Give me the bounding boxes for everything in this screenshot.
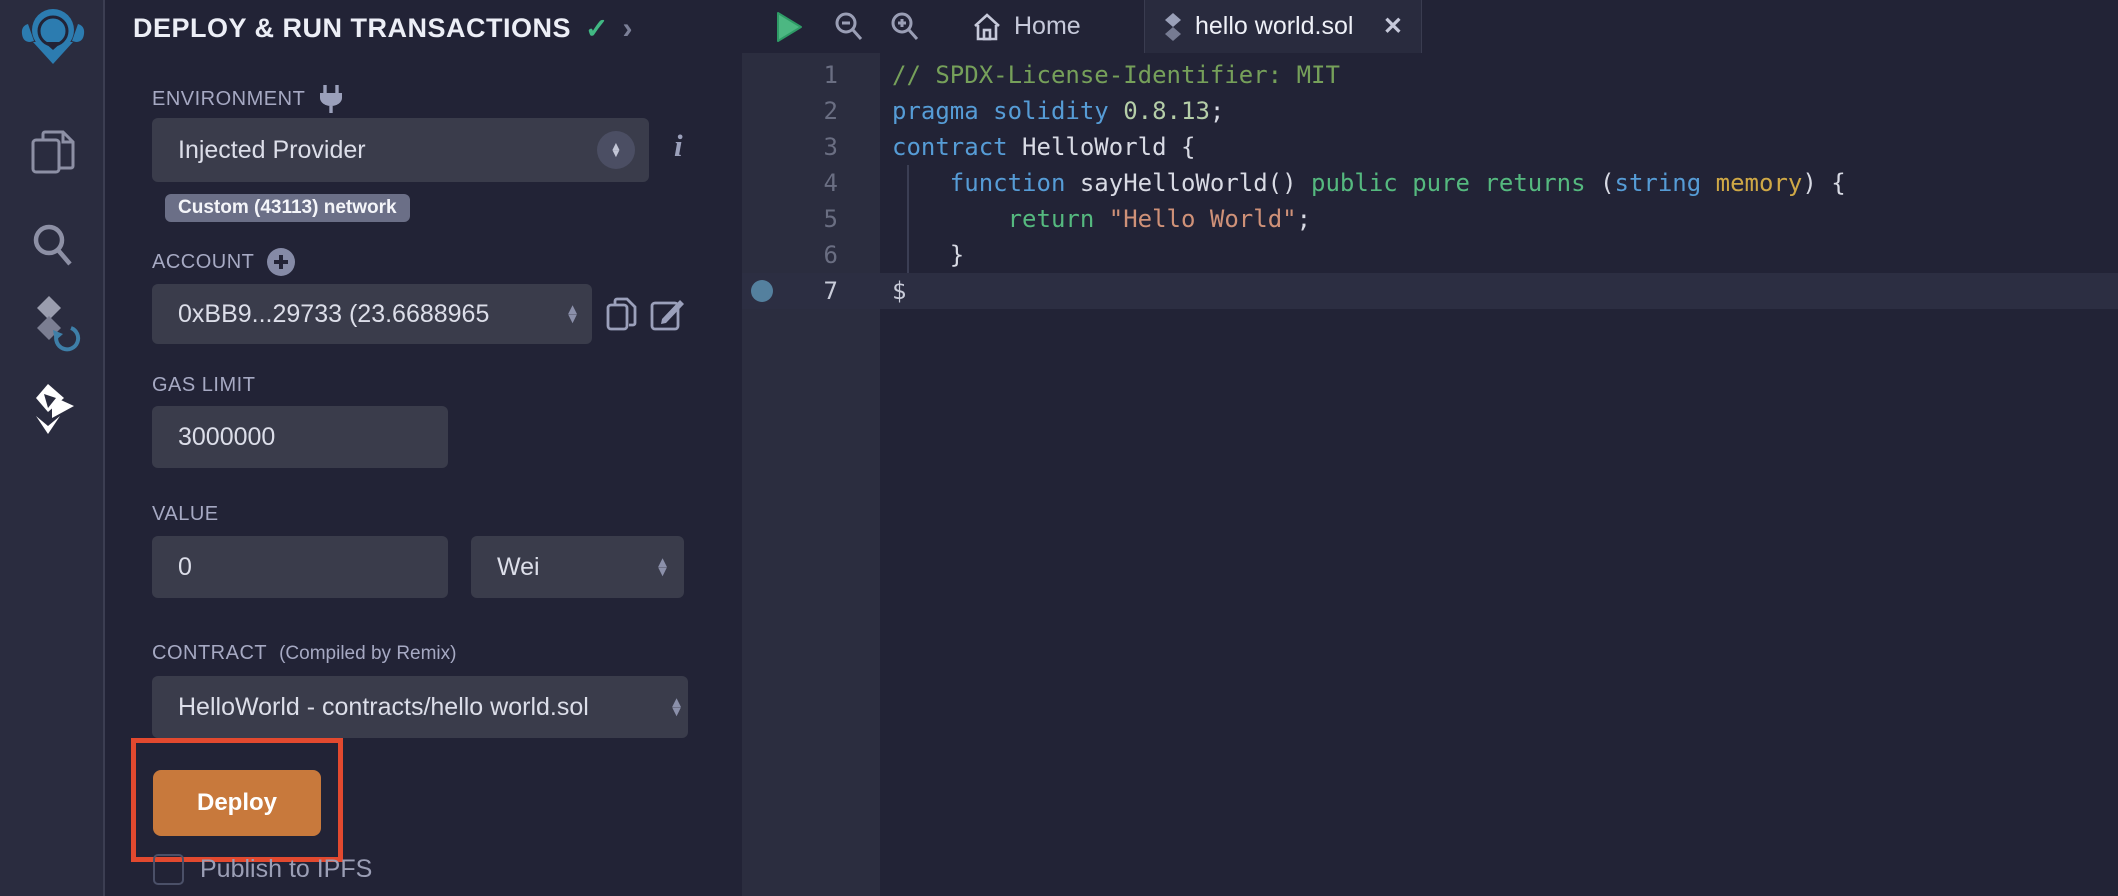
- edit-account-icon[interactable]: [650, 297, 686, 331]
- code-text: // SPDX-License-Identifier: MIT: [892, 57, 1340, 93]
- gas-limit-label: GAS LIMIT: [152, 374, 255, 397]
- account-label: ACCOUNT: [152, 247, 296, 277]
- line-number: 5: [742, 201, 838, 237]
- code-line-4[interactable]: 4 function sayHelloWorld() public pure r…: [742, 165, 2118, 201]
- code-text: $: [892, 273, 906, 309]
- home-icon: [972, 13, 1002, 41]
- publish-ipfs-checkbox[interactable]: [153, 854, 184, 885]
- code-line-7[interactable]: 7$: [742, 273, 2118, 309]
- environment-info-icon[interactable]: i: [674, 128, 683, 164]
- value-unit: Wei: [471, 553, 540, 582]
- value-input[interactable]: [152, 553, 448, 582]
- publish-ipfs-row: Publish to IPFS: [153, 854, 372, 885]
- tab-home[interactable]: Home: [954, 0, 1099, 53]
- gas-limit-input[interactable]: [152, 423, 448, 452]
- line-number: 6: [742, 237, 838, 273]
- line-number: 3: [742, 129, 838, 165]
- file-explorer-icon[interactable]: [0, 126, 105, 178]
- code-text: contract HelloWorld {: [892, 129, 1195, 165]
- environment-value: Injected Provider: [152, 136, 366, 165]
- tab-close-icon[interactable]: ✕: [1383, 12, 1403, 41]
- account-value: 0xBB9...29733 (23.6688965: [152, 300, 489, 329]
- code-line-6[interactable]: 6 }: [742, 237, 2118, 273]
- deploy-run-panel: DEPLOY & RUN TRANSACTIONS ✓ › ENVIRONMEN…: [107, 0, 740, 896]
- code-line-3[interactable]: 3 contract HelloWorld {: [742, 129, 2118, 165]
- line-number: 7: [742, 273, 838, 309]
- add-account-icon[interactable]: [266, 247, 296, 277]
- value-unit-select[interactable]: Wei ▲▼: [471, 536, 684, 598]
- remix-ide-window: DEPLOY & RUN TRANSACTIONS ✓ › ENVIRONMEN…: [0, 0, 2118, 896]
- environment-select-arrows[interactable]: ▲▼: [597, 131, 635, 169]
- panel-header: DEPLOY & RUN TRANSACTIONS ✓ ›: [133, 12, 633, 45]
- environment-select[interactable]: Injected Provider ▲▼: [152, 118, 649, 182]
- environment-label: ENVIRONMENT: [152, 84, 345, 114]
- compile-success-check-icon: ✓: [585, 12, 608, 45]
- line-number: 2: [742, 93, 838, 129]
- remix-logo-icon: [20, 6, 86, 66]
- solidity-file-icon: [1163, 12, 1183, 42]
- gas-limit-field[interactable]: [152, 406, 448, 468]
- deploy-run-icon[interactable]: [0, 382, 105, 436]
- line-number: 4: [742, 165, 838, 201]
- contract-select-arrows[interactable]: ▲▼: [669, 698, 684, 717]
- search-icon[interactable]: [0, 220, 105, 272]
- code-text: pragma solidity 0.8.13;: [892, 93, 1224, 129]
- plug-icon: [317, 84, 345, 114]
- code-editor: Home hello world.sol ✕ 1 // SPDX-License-…: [742, 0, 2118, 896]
- tab-home-label: Home: [1014, 12, 1081, 41]
- run-script-button[interactable]: [766, 0, 812, 53]
- network-badge: Custom (43113) network: [165, 194, 410, 222]
- deploy-button[interactable]: Deploy: [153, 770, 321, 836]
- account-select-arrows[interactable]: ▲▼: [565, 305, 580, 324]
- code-area[interactable]: 1 // SPDX-License-Identifier: MIT 2 pragma …: [742, 53, 2118, 896]
- code-line-1[interactable]: 1 // SPDX-License-Identifier: MIT: [742, 57, 2118, 93]
- value-label: VALUE: [152, 503, 219, 526]
- contract-select[interactable]: HelloWorld - contracts/hello world.sol ▲…: [152, 676, 688, 738]
- remix-logo[interactable]: [0, 6, 105, 66]
- code-text: return "Hello World";: [892, 201, 1311, 237]
- editor-tabbar: Home hello world.sol ✕: [742, 0, 2118, 53]
- panel-title: DEPLOY & RUN TRANSACTIONS: [133, 13, 571, 44]
- code-line-5[interactable]: 5 return "Hello World";: [742, 201, 2118, 237]
- code-line-2[interactable]: 2 pragma solidity 0.8.13;: [742, 93, 2118, 129]
- tab-hello-world-sol[interactable]: hello world.sol ✕: [1144, 0, 1422, 53]
- contract-value: HelloWorld - contracts/hello world.sol: [152, 693, 589, 722]
- code-text: }: [892, 237, 964, 273]
- value-field[interactable]: [152, 536, 448, 598]
- line-number: 1: [742, 57, 838, 93]
- zoom-in-icon[interactable]: [882, 0, 928, 53]
- contract-label: CONTRACT (Compiled by Remix): [152, 642, 456, 665]
- publish-ipfs-label: Publish to IPFS: [200, 855, 372, 884]
- value-unit-arrows[interactable]: ▲▼: [655, 558, 670, 577]
- code-rows: 1 // SPDX-License-Identifier: MIT 2 pragma …: [742, 57, 2118, 309]
- zoom-out-icon[interactable]: [826, 0, 872, 53]
- account-select[interactable]: 0xBB9...29733 (23.6688965 ▲▼: [152, 284, 592, 344]
- contract-sublabel: (Compiled by Remix): [279, 643, 456, 665]
- code-text: function sayHelloWorld() public pure ret…: [892, 165, 1846, 201]
- panel-expand-chevron-icon[interactable]: ›: [623, 14, 633, 44]
- copy-account-icon[interactable]: [605, 296, 639, 332]
- tab-label: hello world.sol: [1195, 12, 1353, 41]
- activity-sidebar: [0, 0, 105, 896]
- solidity-compiler-icon[interactable]: [0, 294, 105, 354]
